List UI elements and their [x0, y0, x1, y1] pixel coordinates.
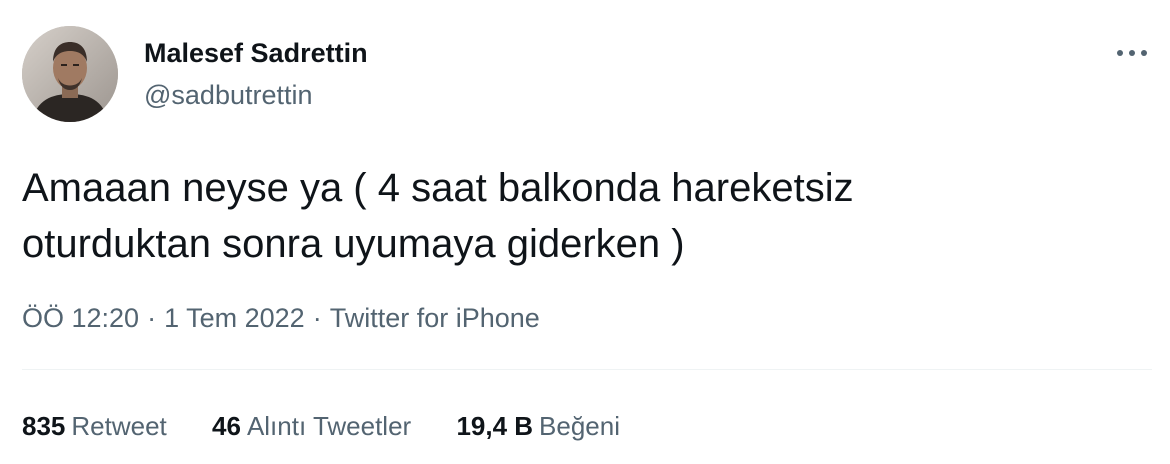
likes-label: Beğeni	[539, 411, 621, 441]
tweet-meta: ÖÖ 12:20 · 1 Tem 2022 · Twitter for iPhone	[22, 300, 540, 336]
quotes-count: 46	[212, 411, 241, 441]
retweets-label: Retweet	[71, 411, 167, 441]
author-handle[interactable]: @sadbutrettin	[144, 78, 313, 112]
tweet-time[interactable]: ÖÖ 12:20	[22, 303, 139, 333]
avatar-photo	[22, 26, 118, 122]
tweet-text-line: oturduktan sonra uyumaya giderken )	[22, 222, 685, 266]
tweet-source[interactable]: Twitter for iPhone	[330, 303, 540, 333]
tweet-stats: 835 Retweet 46 Alıntı Tweetler 19,4 B Beğen…	[22, 406, 658, 446]
likes-count: 19,4 B	[456, 411, 534, 441]
meta-separator: ·	[147, 303, 157, 333]
retweets-stat[interactable]: 835 Retweet	[22, 406, 167, 446]
tweet-text-line: Amaaan neyse ya ( 4 saat balkonda hareke…	[22, 166, 854, 210]
tweet-text: Amaaan neyse ya ( 4 saat balkonda hareke…	[22, 160, 1142, 272]
retweets-count: 835	[22, 411, 66, 441]
quotes-label: Alıntı Tweetler	[246, 411, 412, 441]
quotes-stat[interactable]: 46 Alıntı Tweetler	[212, 406, 411, 446]
tweet-card: Malesef Sadrettin @sadbutrettin Amaaan n…	[0, 0, 1170, 464]
likes-stat[interactable]: 19,4 B Beğeni	[456, 406, 620, 446]
more-horizontal-icon	[1117, 50, 1147, 56]
divider	[22, 369, 1152, 370]
meta-separator: ·	[312, 303, 322, 333]
author-name[interactable]: Malesef Sadrettin	[144, 36, 368, 70]
tweet-date[interactable]: 1 Tem 2022	[164, 303, 305, 333]
avatar[interactable]	[22, 26, 118, 122]
more-button[interactable]	[1108, 36, 1156, 70]
